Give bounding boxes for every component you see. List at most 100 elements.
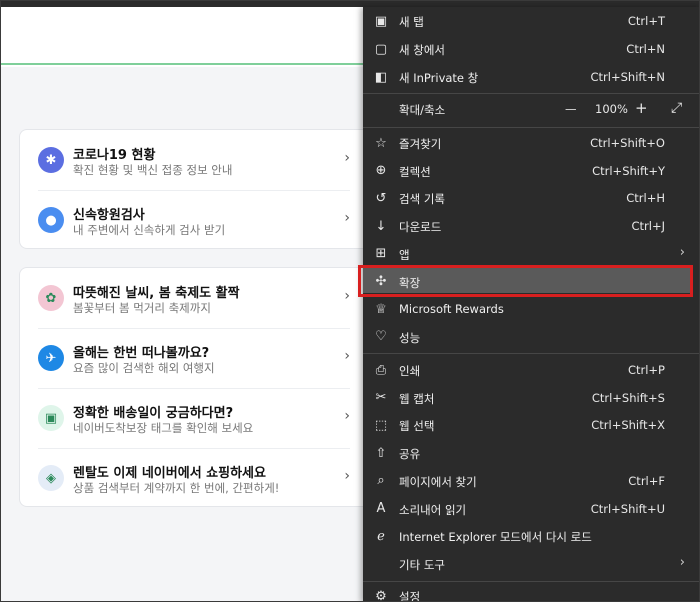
list-item-subtitle: 확진 현황 및 백신 접종 정보 안내 — [73, 163, 233, 177]
cherry-blossom-icon: ✿ — [38, 285, 64, 311]
list-item-subtitle: 요즘 많이 검색한 해외 여행지 — [73, 361, 215, 375]
browser-page: ✱ 코로나19 현황 확진 현황 및 백신 접종 정보 안내 › ● 신속항원검사 내 주변… — [0, 0, 700, 602]
read-aloud-icon: A — [376, 501, 386, 516]
performance-icon: ♡ — [375, 329, 387, 345]
menu-item-web-capture[interactable]: ✂ 웹 캡처 Ctrl+Shift+S — [363, 384, 699, 412]
list-item-title: 따뜻해진 날씨, 봄 축제도 활짝 — [73, 286, 240, 301]
airplane-icon: ✈ — [38, 345, 64, 371]
chevron-right-icon: › — [344, 210, 350, 226]
menu-item-new-window[interactable]: ▢ 새 창에서 Ctrl+N — [363, 35, 699, 63]
menu-item-shortcut: Ctrl+N — [626, 42, 665, 56]
menu-item-rewards[interactable]: ♕ Microsoft Rewards — [363, 295, 699, 323]
print-icon: ⎙ — [375, 362, 387, 378]
rewards-icon: ♕ — [375, 301, 387, 317]
menu-item-apps[interactable]: ⊞ 앱 › — [363, 240, 699, 268]
menu-item-shortcut: Ctrl+F — [628, 473, 665, 488]
menu-item-shortcut: Ctrl+P — [627, 363, 665, 377]
collections-icon: ⊕ — [375, 163, 387, 179]
menu-item-label: 웹 선택 — [399, 419, 435, 434]
gear-icon: ⚙ — [375, 588, 387, 602]
menu-item-label: 새 InPrivate 창 — [399, 71, 479, 85]
apps-icon: ⊞ — [375, 246, 387, 262]
fullscreen-icon[interactable]: ⤢ — [671, 100, 682, 116]
menu-item-read-aloud[interactable]: A 소리내어 읽기 Ctrl+Shift+U — [363, 495, 699, 523]
menu-item-shortcut: Ctrl+T — [627, 14, 665, 28]
menu-item-shortcut: Ctrl+Shift+Y — [592, 163, 665, 178]
menu-item-label: 설정 — [399, 590, 421, 602]
share-icon: ⇧ — [375, 445, 387, 461]
list-item[interactable]: ✱ 코로나19 현황 확진 현황 및 백신 접종 정보 안내 › — [20, 130, 364, 190]
info-card-covid: ✱ 코로나19 현황 확진 현황 및 백신 접종 정보 안내 › ● 신속항원검사 내 주변… — [19, 129, 363, 249]
list-item-subtitle: 네이버도착보장 태그를 확인해 보세요 — [73, 421, 254, 435]
menu-item-inprivate[interactable]: ◧ 새 InPrivate 창 Ctrl+Shift+N — [363, 63, 699, 91]
download-icon: ↓ — [375, 218, 387, 234]
menu-item-label: 즐겨찾기 — [399, 137, 442, 151]
list-item[interactable]: ▣ 정확한 배송일이 궁금하다면? 네이버도착보장 태그를 확인해 보세요 › — [20, 388, 364, 448]
menu-item-label: 기타 도구 — [399, 557, 445, 572]
menu-item-label: 성능 — [399, 330, 421, 345]
menu-separator — [363, 93, 699, 94]
zoom-out-button[interactable]: — — [565, 102, 577, 116]
menu-item-download[interactable]: ↓ 다운로드 Ctrl+J — [363, 212, 699, 240]
zoom-in-button[interactable]: + — [635, 99, 648, 117]
menu-item-collections[interactable]: ⊕ 컬렉션 Ctrl+Shift+Y — [363, 157, 699, 185]
zoom-label: 확대/축소 — [399, 103, 446, 117]
menu-item-label: 인쇄 — [399, 364, 421, 378]
web-capture-icon: ✂ — [375, 390, 387, 406]
chevron-right-icon: › — [344, 348, 350, 364]
menu-item-shortcut: Ctrl+Shift+X — [591, 418, 665, 433]
list-item[interactable]: ✈ 올해는 한번 떠나볼까요? 요즘 많이 검색한 해외 여행지 › — [20, 328, 364, 388]
chevron-right-icon: › — [344, 288, 350, 304]
menu-item-web-select[interactable]: ⬚ 웹 선택 Ctrl+Shift+X — [363, 411, 699, 439]
chevron-right-icon: › — [344, 150, 350, 166]
menu-item-label: 새 탭 — [399, 15, 424, 29]
menu-separator — [363, 353, 699, 354]
menu-item-history[interactable]: ↺ 검색 기록 Ctrl+H — [363, 184, 699, 212]
menu-item-settings[interactable]: ⚙ 설정 — [363, 582, 699, 602]
web-select-icon: ⬚ — [374, 417, 388, 433]
history-icon: ↺ — [375, 190, 387, 206]
zoom-level: 100% — [595, 102, 628, 116]
new-tab-icon: ▣ — [374, 13, 388, 29]
menu-item-print[interactable]: ⎙ 인쇄 Ctrl+P — [363, 356, 699, 384]
menu-item-ie-mode[interactable]: ℯ Internet Explorer 모드에서 다시 로드 — [363, 522, 699, 550]
menu-item-label: 새 창에서 — [399, 43, 445, 57]
search-area — [1, 7, 363, 65]
list-item-title: 신속항원검사 — [73, 208, 145, 223]
menu-item-shortcut: Ctrl+Shift+U — [590, 501, 665, 516]
list-item-title: 올해는 한번 떠나볼까요? — [73, 346, 210, 361]
location-pin-icon: ● — [38, 207, 64, 233]
list-item-title: 렌탈도 이제 네이버에서 쇼핑하세요 — [73, 466, 266, 481]
menu-item-label: 공유 — [399, 447, 421, 462]
browser-settings-menu: ▣ 새 탭 Ctrl+T ▢ 새 창에서 Ctrl+N ◧ 새 InPrivate 창 Ctrl… — [363, 7, 699, 602]
list-item-subtitle: 내 주변에서 신속하게 검사 받기 — [73, 223, 226, 237]
list-item[interactable]: ✿ 따뜻해진 날씨, 봄 축제도 활짝 봄꽃부터 봄 먹거리 축제까지 › — [20, 268, 364, 328]
chevron-right-icon: › — [344, 408, 350, 424]
list-item[interactable]: ● 신속항원검사 내 주변에서 신속하게 검사 받기 › — [20, 190, 364, 250]
menu-item-performance[interactable]: ♡ 성능 — [363, 323, 699, 351]
menu-item-shortcut: Ctrl+H — [626, 191, 665, 206]
menu-item-share[interactable]: ⇧ 공유 — [363, 439, 699, 467]
menu-item-label: 앱 — [399, 247, 410, 262]
menu-item-label: 검색 기록 — [399, 192, 445, 207]
menu-item-favorites[interactable]: ☆ 즐겨찾기 Ctrl+Shift+O — [363, 129, 699, 157]
list-item[interactable]: ◈ 렌탈도 이제 네이버에서 쇼핑하세요 상품 검색부터 계약까지 한 번에, 간편… — [20, 448, 364, 508]
menu-item-shortcut: Ctrl+Shift+O — [590, 136, 665, 150]
list-item-title: 코로나19 현황 — [73, 148, 156, 163]
virus-icon: ✱ — [38, 147, 64, 173]
chevron-right-icon: › — [679, 244, 685, 260]
menu-item-label: 다운로드 — [399, 220, 442, 235]
ie-mode-icon: ℯ — [377, 528, 385, 544]
list-item-subtitle: 봄꽃부터 봄 먹거리 축제까지 — [73, 301, 211, 315]
menu-item-label: Internet Explorer 모드에서 다시 로드 — [399, 530, 592, 545]
menu-item-find[interactable]: ⌕ 페이지에서 찾기 Ctrl+F — [363, 467, 699, 495]
menu-item-more-tools[interactable]: 기타 도구 › — [363, 550, 699, 578]
zoom-row: 확대/축소 — 100% + ⤢ — [363, 95, 699, 123]
menu-item-new-tab[interactable]: ▣ 새 탭 Ctrl+T — [363, 7, 699, 35]
chevron-right-icon: › — [679, 554, 685, 570]
list-item-subtitle: 상품 검색부터 계약까지 한 번에, 간편하게! — [73, 481, 280, 495]
menu-item-shortcut: Ctrl+J — [631, 219, 666, 234]
find-icon: ⌕ — [377, 473, 385, 489]
menu-item-label: 컬렉션 — [399, 164, 431, 179]
menu-item-shortcut: Ctrl+Shift+N — [590, 70, 665, 84]
